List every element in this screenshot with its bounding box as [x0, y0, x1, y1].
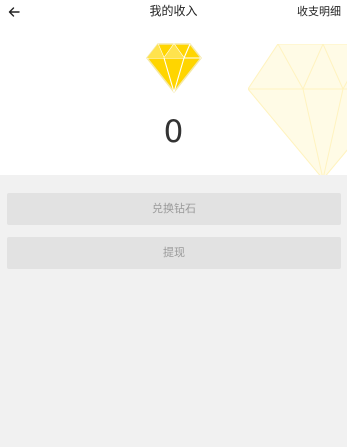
- diamond-icon: [146, 43, 202, 94]
- income-balance: 0: [163, 114, 184, 150]
- transaction-details-link[interactable]: 收支明细: [297, 5, 341, 19]
- exchange-diamonds-button[interactable]: 兑换钻石: [7, 193, 341, 225]
- income-header-panel: 我的收入 收支明细 0: [0, 0, 347, 175]
- withdraw-button[interactable]: 提现: [7, 237, 341, 269]
- background-diamond-watermark: [248, 44, 347, 175]
- nav-bar: 我的收入 收支明细: [0, 0, 347, 24]
- page-title: 我的收入: [149, 4, 198, 18]
